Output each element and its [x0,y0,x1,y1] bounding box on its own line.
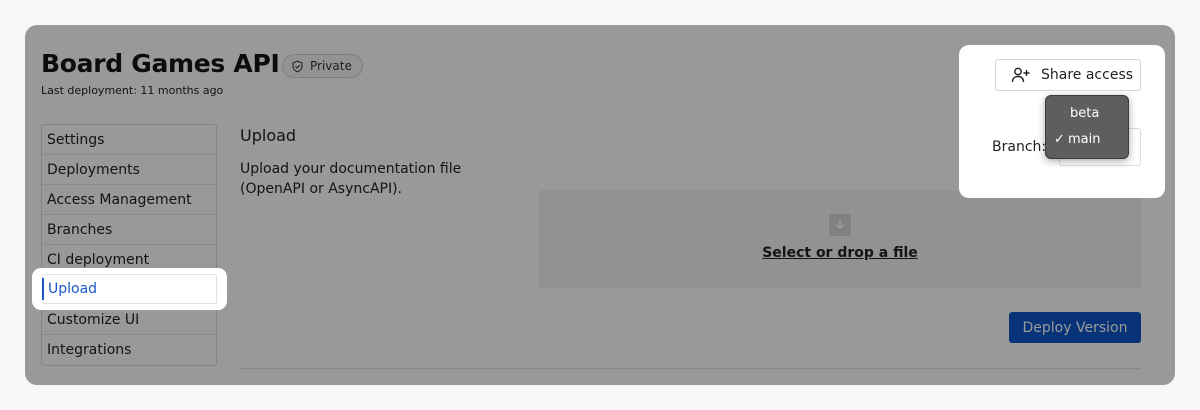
branch-option-main[interactable]: ✓ main [1046,128,1128,152]
section-title: Upload [240,126,297,145]
sidebar-item-deployments[interactable]: Deployments [42,155,216,185]
visibility-badge-label: Private [310,59,352,73]
last-deployment-text: Last deployment: 11 months ago [41,84,224,97]
add-user-icon [1011,67,1030,83]
divider [240,368,1141,369]
checkmark-icon: ✓ [1054,132,1065,147]
share-access-button[interactable]: Share access [995,59,1141,91]
highlight-branch-panel: Share access Branch: beta ✓ main [959,45,1165,198]
shield-check-icon [292,60,303,72]
sidebar-item-branches[interactable]: Branches [42,215,216,245]
active-indicator [42,278,44,300]
file-dropzone[interactable]: Select or drop a file [539,190,1141,288]
visibility-badge: Private [282,54,363,78]
settings-sidebar: Settings Deployments Access Management B… [41,124,217,366]
branch-dropdown-menu: beta ✓ main [1045,95,1129,159]
select-file-link[interactable]: Select or drop a file [539,245,1141,261]
branch-label: Branch: [992,139,1047,155]
page-title: Board Games API [41,49,280,78]
upload-description: Upload your documentation file (OpenAPI … [240,161,462,197]
deploy-version-button[interactable]: Deploy Version [1009,312,1141,343]
sidebar-item-settings[interactable]: Settings [42,125,216,155]
sidebar-item-upload[interactable]: Upload [42,274,217,304]
sidebar-item-integrations[interactable]: Integrations [42,335,216,365]
branch-option-main-label: main [1068,132,1101,147]
share-access-label: Share access [1041,67,1134,83]
branch-option-beta[interactable]: beta [1046,102,1128,126]
download-arrow-icon [829,214,851,236]
highlight-upload: Upload [32,268,227,310]
sidebar-item-access-management[interactable]: Access Management [42,185,216,215]
